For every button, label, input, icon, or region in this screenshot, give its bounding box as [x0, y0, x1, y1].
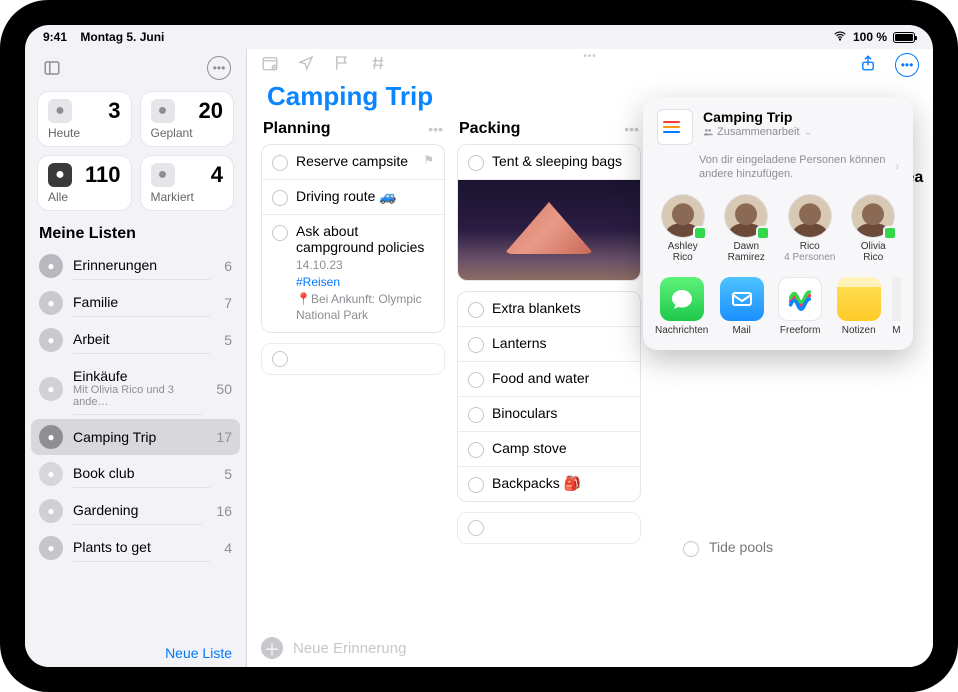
task-radio[interactable] [272, 190, 288, 206]
share-app-notizen[interactable]: Notizen [833, 277, 884, 336]
task-image-thumb[interactable] [458, 180, 640, 280]
smart-heute[interactable]: ●3Heute [37, 91, 132, 147]
new-reminder-button[interactable]: ＋ Neue Erinnerung [261, 637, 406, 659]
smart-lists-grid: ●3Heute●20Geplant●110Alle●4Markiert [25, 87, 246, 219]
my-lists-header: Meine Listen [25, 219, 246, 247]
status-time: 9:41 [43, 30, 67, 44]
task-row[interactable]: Camp stove [458, 432, 640, 467]
sidebar-item-camping-trip[interactable]: ●Camping Trip17 [31, 419, 240, 455]
avatar [788, 194, 832, 238]
task-radio[interactable] [272, 225, 288, 241]
share-contact[interactable]: DawnRamirez [719, 194, 775, 263]
task-row[interactable]: Reserve campsite⚑ [262, 145, 444, 180]
app: ••• ●3Heute●20Geplant●110Alle●4Markiert … [25, 49, 933, 667]
task-radio[interactable] [468, 442, 484, 458]
imessage-badge-icon [883, 226, 897, 240]
share-note-row[interactable]: Von dir eingeladene Personen können ande… [653, 153, 903, 190]
multitask-handle[interactable]: ••• [583, 51, 597, 62]
share-contact[interactable]: AshleyRico [655, 194, 711, 263]
task-radio[interactable] [468, 407, 484, 423]
task-row[interactable]: Tent & sleeping bags [458, 145, 640, 180]
my-lists[interactable]: ●Erinnerungen6●Familie7●Arbeit5●Einkäufe… [25, 247, 246, 639]
share-thumb-icon [657, 109, 693, 145]
share-contacts: AshleyRicoDawnRamirezRico4 PersonenOlivi… [653, 190, 903, 273]
column-more-icon[interactable]: ••• [624, 121, 639, 137]
location-icon[interactable] [297, 54, 315, 77]
calendar-add-icon[interactable] [261, 54, 279, 77]
app-icon [837, 277, 881, 321]
peek-task-row[interactable]: Tide pools [683, 539, 773, 557]
wifi-icon [833, 29, 847, 46]
sidebar-item-erinnerungen[interactable]: ●Erinnerungen6 [25, 247, 246, 284]
sidebar-more-button[interactable]: ••• [206, 55, 232, 81]
chevron-right-icon: › [895, 160, 899, 174]
column-planning: Planning•••Reserve campsite⚑Driving rout… [261, 118, 445, 375]
imessage-badge-icon [693, 226, 707, 240]
share-title: Camping Trip [703, 109, 813, 125]
share-icon[interactable] [859, 54, 877, 77]
smart-geplant[interactable]: ●20Geplant [140, 91, 235, 147]
status-left: 9:41 Montag 5. Juni [43, 30, 164, 44]
task-radio[interactable] [468, 302, 484, 318]
task-radio[interactable] [468, 372, 484, 388]
content-more-button[interactable]: ••• [895, 53, 919, 77]
imessage-badge-icon [756, 226, 770, 240]
task-radio[interactable] [468, 337, 484, 353]
task-row[interactable]: Driving route 🚙 [262, 180, 444, 215]
share-app-freeform[interactable]: Freeform [775, 277, 826, 336]
task-radio[interactable] [468, 155, 484, 171]
hashtag-icon[interactable] [369, 54, 387, 77]
screen: 9:41 Montag 5. Juni 100 % ••• ●3Heute●20… [25, 25, 933, 667]
smart-alle[interactable]: ●110Alle [37, 155, 132, 211]
column-packing: Packing•••Tent & sleeping bagsExtra blan… [457, 118, 641, 544]
new-list-button[interactable]: Neue Liste [25, 639, 246, 667]
share-contact[interactable]: Rico4 Personen [782, 194, 838, 263]
sidebar-item-einkäufe[interactable]: ●EinkäufeMit Olivia Rico und 3 ande…50 [25, 358, 246, 419]
share-apps: NachrichtenMailFreeformNotizenM [653, 273, 903, 336]
task-row[interactable]: Lanterns [458, 327, 640, 362]
flag-icon[interactable] [333, 54, 351, 77]
sidebar-item-plants-to-get[interactable]: ●Plants to get4 [25, 529, 246, 566]
battery-text: 100 % [853, 30, 887, 44]
status-date: Montag 5. Juni [80, 30, 164, 44]
share-app-peek[interactable]: M [892, 277, 901, 336]
sidebar-item-familie[interactable]: ●Familie7 [25, 284, 246, 321]
content: ••• ••• Camping Trip Planning•••Reserve … [247, 49, 933, 667]
task-row[interactable]: Binoculars [458, 397, 640, 432]
sidebar-item-arbeit[interactable]: ●Arbeit5 [25, 321, 246, 358]
task-radio[interactable] [468, 477, 484, 493]
battery-icon [893, 32, 915, 43]
smart-markiert[interactable]: ●4Markiert [140, 155, 235, 211]
sidebar-item-gardening[interactable]: ●Gardening16 [25, 492, 246, 529]
toggle-sidebar-button[interactable] [39, 55, 65, 81]
share-app-nachrichten[interactable]: Nachrichten [655, 277, 708, 336]
app-icon [660, 277, 704, 321]
share-contact[interactable]: OliviaRico [846, 194, 902, 263]
plus-icon: ＋ [261, 637, 283, 659]
add-task-ghost[interactable] [457, 512, 641, 544]
task-row[interactable]: Food and water [458, 362, 640, 397]
add-task-ghost[interactable] [261, 343, 445, 375]
status-bar: 9:41 Montag 5. Juni 100 % [25, 25, 933, 49]
ipad-frame: 9:41 Montag 5. Juni 100 % ••• ●3Heute●20… [0, 0, 958, 692]
share-popover: Camping Trip Zusammenarbeit ⌄ Von dir ei… [643, 97, 913, 350]
flag-mini-icon: ⚑ [423, 153, 434, 167]
task-row[interactable]: Extra blankets [458, 292, 640, 327]
app-icon [720, 277, 764, 321]
task-radio[interactable] [272, 155, 288, 171]
task-row[interactable]: Ask about campground policies14.10.23#Re… [262, 215, 444, 332]
task-row[interactable]: Backpacks 🎒 [458, 467, 640, 501]
column-more-icon[interactable]: ••• [428, 121, 443, 137]
sidebar: ••• ●3Heute●20Geplant●110Alle●4Markiert … [25, 49, 247, 667]
share-mode[interactable]: Zusammenarbeit ⌄ [703, 125, 813, 138]
app-icon [778, 277, 822, 321]
share-app-mail[interactable]: Mail [716, 277, 767, 336]
status-right: 100 % [833, 29, 915, 46]
sidebar-item-book-club[interactable]: ●Book club5 [25, 455, 246, 492]
